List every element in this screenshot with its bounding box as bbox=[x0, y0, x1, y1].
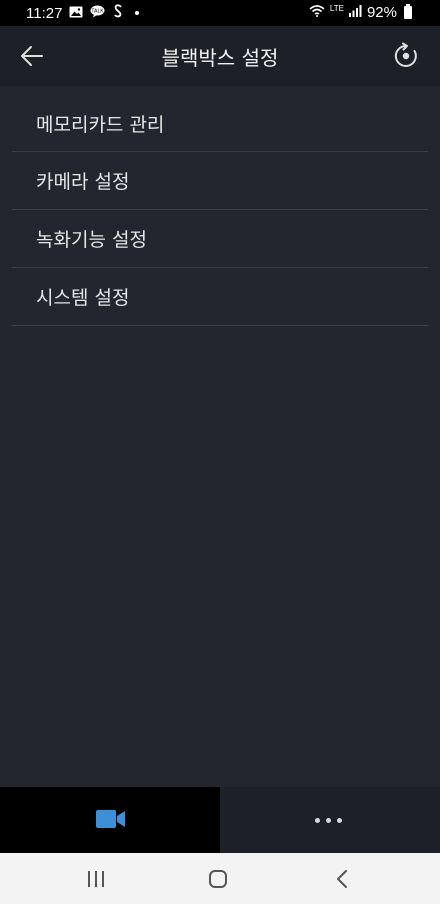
signal-icon bbox=[348, 4, 362, 21]
status-left: 11:27 TALK bbox=[26, 4, 140, 22]
image-icon bbox=[69, 5, 83, 22]
system-nav-bar bbox=[0, 853, 440, 904]
recents-icon[interactable] bbox=[87, 871, 105, 887]
notification-dot bbox=[135, 11, 140, 15]
menu-item-camera[interactable]: 카메라 설정 bbox=[12, 152, 428, 210]
tab-video[interactable] bbox=[0, 787, 220, 853]
chat-bubble-icon: TALK bbox=[90, 5, 105, 22]
menu-item-label: 녹화기능 설정 bbox=[36, 229, 147, 251]
reset-button[interactable] bbox=[392, 42, 420, 70]
page-title: 블랙박스 설정 bbox=[161, 46, 279, 70]
menu-item-memory-card[interactable]: 메모리카드 관리 bbox=[12, 96, 428, 152]
more-dots-icon bbox=[315, 818, 342, 823]
battery-percent: 92% bbox=[366, 4, 397, 21]
status-right: LTE 92% bbox=[309, 4, 412, 21]
reset-icon bbox=[394, 42, 417, 67]
wifi-icon bbox=[309, 4, 325, 21]
s-app-icon bbox=[112, 4, 124, 22]
settings-menu: 메모리카드 관리 카메라 설정 녹화기능 설정 시스템 설정 bbox=[12, 96, 428, 326]
status-bar: 11:27 TALK LTE 92% bbox=[0, 0, 440, 26]
tab-more[interactable] bbox=[220, 787, 440, 853]
battery-icon bbox=[404, 4, 412, 19]
menu-item-system[interactable]: 시스템 설정 bbox=[12, 268, 428, 326]
video-camera-icon bbox=[96, 810, 125, 828]
back-icon[interactable] bbox=[336, 870, 348, 888]
menu-item-recording[interactable]: 녹화기능 설정 bbox=[12, 210, 428, 268]
menu-item-label: 메모리카드 관리 bbox=[36, 114, 165, 136]
lte-label: LTE bbox=[329, 3, 344, 13]
menu-item-label: 시스템 설정 bbox=[36, 287, 130, 309]
home-icon[interactable] bbox=[209, 870, 227, 888]
svg-text:TALK: TALK bbox=[92, 8, 105, 14]
menu-item-label: 카메라 설정 bbox=[36, 171, 130, 193]
app-bar: 블랙박스 설정 bbox=[0, 26, 440, 86]
bottom-tab-bar bbox=[0, 787, 440, 853]
status-time: 11:27 bbox=[26, 4, 63, 22]
